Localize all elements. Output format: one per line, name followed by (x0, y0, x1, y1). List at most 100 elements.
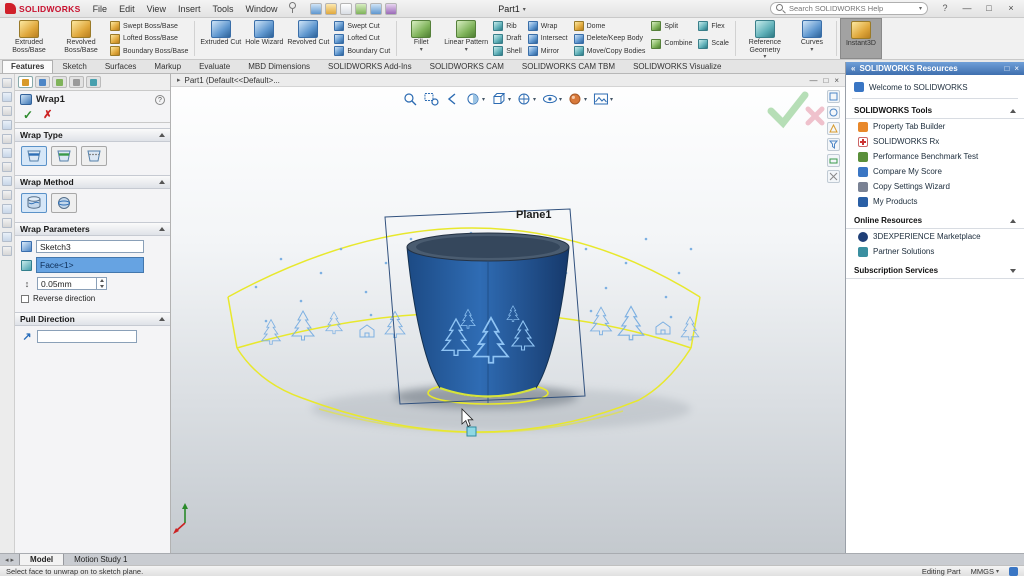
pin-panel-icon[interactable]: □ (1004, 64, 1009, 73)
document-title-dropdown-icon[interactable]: ▾ (523, 6, 526, 13)
tab-cam-tbm[interactable]: SOLIDWORKS CAM TBM (513, 60, 624, 73)
extruded-cut-button[interactable]: Extruded Cut (198, 18, 243, 59)
tab-markup[interactable]: Markup (145, 60, 190, 73)
wrap-method-header[interactable]: Wrap Method (15, 175, 170, 189)
confirm-ok-icon[interactable] (771, 95, 805, 123)
side-toolbar-icon[interactable] (2, 78, 12, 88)
side-toolbar-icon[interactable] (2, 106, 12, 116)
split-button[interactable]: Split (651, 21, 692, 31)
propertymanager-tab[interactable] (18, 76, 33, 88)
curves-button[interactable]: Curves ▾ (791, 18, 833, 59)
menu-insert[interactable]: Insert (173, 2, 206, 16)
delete-keep-body-button[interactable]: Delete/Keep Body (574, 34, 646, 44)
wrap-type-header[interactable]: Wrap Type (15, 128, 170, 142)
tab-surfaces[interactable]: Surfaces (96, 60, 146, 73)
subscription-section-header[interactable]: Subscription Services (846, 263, 1024, 279)
hide-show-items-button[interactable]: ▾ (541, 91, 563, 107)
rib-button[interactable]: Rib (493, 21, 522, 31)
fillet-button[interactable]: Fillet ▾ (400, 18, 442, 59)
lofted-cut-button[interactable]: Lofted Cut (334, 34, 390, 44)
mirror-button[interactable]: Mirror (528, 46, 568, 56)
save-icon[interactable] (325, 3, 337, 15)
combine-button[interactable]: Combine (651, 39, 692, 49)
zoom-fit-button[interactable] (402, 91, 419, 107)
restore-button[interactable]: □ (978, 0, 1000, 18)
property-tab-builder-link[interactable]: Property Tab Builder (846, 119, 1024, 134)
options-icon[interactable] (385, 3, 397, 15)
side-toolbar-icon[interactable] (2, 218, 12, 228)
side-toolbar-icon[interactable] (2, 162, 12, 172)
menu-edit[interactable]: Edit (114, 2, 140, 16)
view-orientation-button[interactable]: ▾ (490, 91, 512, 107)
shell-button[interactable]: Shell (493, 46, 522, 56)
search-dropdown-icon[interactable]: ▾ (919, 5, 922, 12)
instant3d-button[interactable]: Instant3D (840, 18, 882, 59)
viewport-tool-icon[interactable] (827, 170, 840, 183)
revolved-boss-button[interactable]: Revolved Boss/Base (55, 18, 107, 59)
lofted-boss-button[interactable]: Lofted Boss/Base (110, 34, 188, 44)
motion-study-tab[interactable]: Motion Study 1 (64, 554, 137, 565)
copy-settings-link[interactable]: Copy Settings Wizard (846, 179, 1024, 194)
swept-boss-button[interactable]: Swept Boss/Base (110, 21, 188, 31)
collapse-panel-icon[interactable]: « (851, 64, 855, 73)
print-icon[interactable] (340, 3, 352, 15)
compare-score-link[interactable]: Compare My Score (846, 164, 1024, 179)
close-button[interactable]: × (1000, 0, 1022, 18)
scribe-toggle[interactable] (81, 146, 107, 166)
spline-surface-toggle[interactable] (51, 193, 77, 213)
linear-pattern-button[interactable]: Linear Pattern ▾ (442, 18, 490, 59)
confirm-cancel-icon[interactable] (808, 109, 822, 123)
partner-solutions-link[interactable]: Partner Solutions (846, 244, 1024, 259)
search-box[interactable]: ▾ (770, 2, 928, 15)
wrap-button[interactable]: Wrap (528, 21, 568, 31)
viewport-tool-icon[interactable] (827, 106, 840, 119)
search-input[interactable] (789, 4, 916, 13)
menu-window[interactable]: Window (240, 2, 282, 16)
model-canvas[interactable]: Plane1 (171, 87, 845, 540)
flex-button[interactable]: Flex (698, 21, 729, 31)
close-panel-icon[interactable]: × (1014, 64, 1019, 73)
source-sketch-field[interactable]: Sketch3 (36, 240, 144, 253)
fillet-dropdown-icon[interactable]: ▾ (420, 47, 423, 53)
swept-cut-button[interactable]: Swept Cut (334, 21, 390, 31)
pull-direction-header[interactable]: Pull Direction (15, 312, 170, 326)
thickness-field[interactable]: 0.05mm (37, 277, 107, 290)
linear-pattern-dropdown-icon[interactable]: ▾ (465, 47, 468, 53)
side-toolbar-icon[interactable] (2, 204, 12, 214)
tab-scroll-right-icon[interactable]: ▸ (11, 556, 15, 564)
menu-tools[interactable]: Tools (207, 2, 238, 16)
tab-evaluate[interactable]: Evaluate (190, 60, 239, 73)
reference-geometry-button[interactable]: Reference Geometry ▾ (739, 18, 791, 59)
side-toolbar-icon[interactable] (2, 176, 12, 186)
viewport-tool-icon[interactable] (827, 154, 840, 167)
intersect-button[interactable]: Intersect (528, 34, 568, 44)
dome-button[interactable]: Dome (574, 21, 646, 31)
my-products-link[interactable]: My Products (846, 194, 1024, 209)
dimxpert-tab[interactable] (69, 76, 84, 88)
side-toolbar-icon[interactable] (2, 246, 12, 256)
tab-addins[interactable]: SOLIDWORKS Add-Ins (319, 60, 421, 73)
reverse-direction-checkbox[interactable] (21, 295, 29, 303)
configuration-tab[interactable] (52, 76, 67, 88)
tab-visualize[interactable]: SOLIDWORKS Visualize (624, 60, 730, 73)
revolved-cut-button[interactable]: Revolved Cut (285, 18, 331, 59)
status-tag-icon[interactable] (1009, 567, 1018, 576)
minimize-button[interactable]: — (956, 0, 978, 18)
solidworks-rx-link[interactable]: SOLIDWORKS Rx (846, 134, 1024, 149)
tab-mbd-dimensions[interactable]: MBD Dimensions (239, 60, 319, 73)
extruded-boss-button[interactable]: Extruded Boss/Base (3, 18, 55, 59)
side-toolbar-icon[interactable] (2, 232, 12, 242)
pm-ok-button[interactable]: ✓ (23, 109, 33, 121)
viewport-tool-icon[interactable] (827, 138, 840, 151)
display-style-button[interactable]: ▾ (516, 91, 537, 107)
help-icon[interactable]: ? (938, 2, 952, 15)
tools-section-header[interactable]: SOLIDWORKS Tools (846, 103, 1024, 119)
tab-sketch[interactable]: Sketch (53, 60, 95, 73)
emboss-toggle[interactable] (21, 146, 47, 166)
move-copy-bodies-button[interactable]: Move/Copy Bodies (574, 46, 646, 56)
section-view-button[interactable]: ▾ (465, 91, 486, 107)
scale-button[interactable]: Scale (698, 39, 729, 49)
welcome-link[interactable]: Welcome to SOLIDWORKS (846, 79, 1024, 95)
pull-direction-field[interactable] (37, 330, 137, 343)
tab-cam[interactable]: SOLIDWORKS CAM (421, 60, 513, 73)
